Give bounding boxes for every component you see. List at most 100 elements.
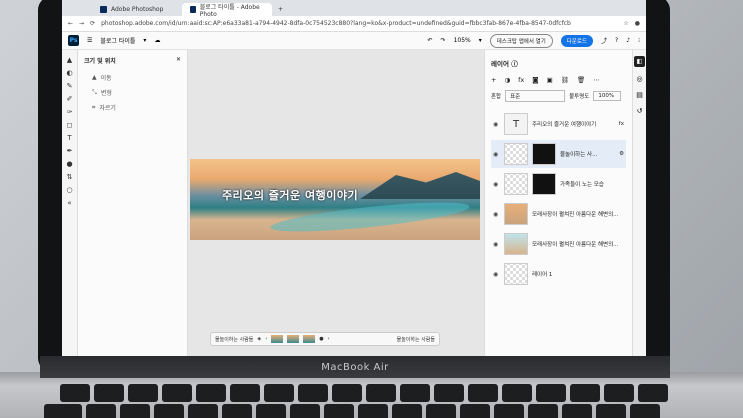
bell-icon[interactable]: ♪ [626, 37, 630, 44]
browser-tab[interactable]: Adobe Photoshop [92, 3, 182, 16]
taskbar: 물놀이하는 사람들 ◈ ‹ ● › 물놀이하는 사람들 [210, 332, 440, 346]
fx-badge[interactable]: fx [619, 121, 624, 127]
variation-thumb[interactable] [303, 335, 316, 343]
eye-icon[interactable]: ◉ [493, 181, 500, 188]
canvas-artwork[interactable]: 주리오의 즐거운 여행이야기 [190, 159, 480, 240]
opacity-field[interactable]: 100% [593, 91, 622, 101]
layer-mask-thumb [532, 173, 556, 195]
history-icon[interactable]: ↺ [637, 107, 643, 115]
app-header: Ps ☰ 블로그 타이틀 ▾ ☁ ↶ ↷ 105% ▾ 데스크탑 앱에서 열기 … [62, 32, 646, 50]
workspace: ▲ ◐ ✎ ✐ ✑ ◻ T ✒ ● ⇅ ○ « 크기 및 위치 ✕ ▲ 이동 ⤡ [62, 50, 646, 356]
photoshop-logo[interactable]: Ps [68, 35, 79, 46]
canvas-area[interactable]: 주리오의 즐거운 여행이야기 물놀이하는 사람들 ◈ ‹ ● › 물놀이하는 사… [188, 50, 484, 356]
eye-icon[interactable]: ◉ [493, 151, 500, 158]
new-tab-icon[interactable]: + [272, 6, 289, 16]
ellipsis-icon[interactable]: ● [319, 336, 323, 342]
layer-thumb [504, 143, 528, 165]
star-icon[interactable]: ☆ [623, 20, 628, 27]
move-icon[interactable]: ▲ [67, 56, 72, 64]
taskbar-left-label[interactable]: 물놀이하는 사람들 [215, 336, 253, 343]
eye-icon[interactable]: ◉ [493, 121, 500, 128]
adjust-icon[interactable]: ◑ [504, 76, 510, 84]
select-icon[interactable]: ◐ [66, 69, 72, 77]
mask-icon[interactable]: ◈ [257, 336, 261, 342]
document-title[interactable]: 블로그 타이틀 [100, 36, 135, 45]
link-icon[interactable]: ⛓ [561, 76, 569, 84]
url-field[interactable]: photoshop.adobe.com/id/urn:aaid:sc:AP:e6… [101, 20, 617, 27]
browser-tab-active[interactable]: 블로그 타이틀 - Adobe Photo [182, 3, 272, 18]
download-button[interactable]: 다운로드 [560, 34, 594, 47]
variation-thumb[interactable] [287, 335, 300, 343]
forward-icon[interactable]: → [79, 20, 84, 27]
close-icon[interactable]: ✕ [176, 56, 181, 65]
layer-row[interactable]: ◉ 모래사장이 펼쳐진 아름다운 해변의... [491, 230, 626, 258]
layers-title: 레이어 [491, 60, 509, 68]
fx-icon[interactable]: fx [518, 76, 524, 84]
opacity-label: 불투명도 [569, 94, 590, 100]
open-in-desktop-button[interactable]: 데스크탑 앱에서 열기 [489, 33, 553, 48]
chevron-down-icon[interactable]: ▾ [143, 37, 146, 44]
layer-row[interactable]: ◉ 모래사장이 펼쳐진 아름다운 해변의... [491, 200, 626, 228]
layer-row[interactable]: ◉ T 주리오의 즐거운 여행이야기 fx [491, 110, 626, 138]
eyedropper-icon[interactable]: ✒ [67, 147, 73, 155]
reload-icon[interactable]: ⟳ [90, 20, 95, 27]
blend-row: 혼합 표준 불투명도 100% [491, 90, 626, 102]
comments-icon[interactable]: ▤ [636, 91, 643, 99]
zoom-level[interactable]: 105% [454, 37, 471, 44]
keyboard-row [44, 404, 660, 418]
lasso-icon[interactable]: ✎ [67, 82, 73, 90]
prev-icon[interactable]: ‹ [265, 336, 267, 342]
layer-row[interactable]: ◉ 가족들이 노는 모습 [491, 170, 626, 198]
mask-icon[interactable]: ◙ [532, 76, 538, 84]
eye-icon[interactable]: ◉ [493, 211, 500, 218]
redo-icon[interactable]: ↷ [441, 37, 446, 44]
color-swatch-icon[interactable]: ● [66, 160, 72, 168]
variation-thumb[interactable] [271, 335, 284, 343]
next-icon[interactable]: › [328, 336, 330, 342]
chevron-down-icon[interactable]: ▾ [479, 37, 482, 44]
keyboard-row [60, 384, 668, 402]
layer-row-active[interactable]: ◉ 물놀이하는 사... ⚙ [491, 140, 626, 168]
adjustments-icon[interactable]: ◎ [636, 75, 642, 83]
menu-icon[interactable]: ☰ [87, 37, 92, 44]
layer-row[interactable]: ◉ 레이어 1 [491, 260, 626, 288]
layers-icon[interactable]: ◧ [634, 56, 645, 67]
laptop-chin: MacBook Air [40, 356, 670, 378]
back-icon[interactable]: ← [68, 20, 73, 27]
info-icon[interactable]: ⓘ [511, 60, 518, 68]
prop-item-move[interactable]: ▲ 이동 [92, 73, 181, 82]
add-layer-icon[interactable]: + [491, 76, 496, 84]
layer-thumb [504, 203, 528, 225]
apps-icon[interactable]: ⁝ [638, 37, 640, 44]
settings-icon[interactable]: ⚙ [619, 151, 624, 157]
properties-title: 크기 및 위치 [84, 58, 116, 65]
help-icon[interactable]: ? [615, 37, 618, 44]
text-icon[interactable]: T [67, 134, 71, 142]
trash-icon[interactable]: 🗑 [577, 76, 585, 84]
brush-icon[interactable]: ✐ [67, 95, 73, 103]
right-strip: ◧ ◎ ▤ ↺ [632, 50, 646, 356]
eraser-icon[interactable]: ✑ [67, 108, 73, 116]
group-icon[interactable]: ▣ [547, 76, 553, 84]
undo-icon[interactable]: ↶ [428, 37, 433, 44]
prop-item-crop[interactable]: ⌗ 자르기 [92, 103, 181, 113]
browser-tabbar: Adobe Photoshop 블로그 타이틀 - Adobe Photo + [62, 0, 646, 18]
layer-actions: + ◑ fx ◙ ▣ ⛓ 🗑 ⋯ [491, 76, 626, 84]
eye-icon[interactable]: ◉ [493, 241, 500, 248]
blend-select[interactable]: 표준 [505, 90, 566, 102]
more-icon[interactable]: ⋯ [593, 76, 600, 84]
brand-label: MacBook Air [321, 361, 389, 373]
prop-item-transform[interactable]: ⤡ 변형 [92, 88, 181, 98]
photoshop-favicon-icon [190, 6, 196, 13]
prop-item-label: 변형 [100, 90, 112, 97]
taskbar-right-label[interactable]: 물놀이하는 사람들 [397, 336, 435, 343]
crop-icon[interactable]: ◻ [67, 121, 73, 129]
address-bar: ← → ⟳ photoshop.adobe.com/id/urn:aaid:sc… [62, 16, 646, 32]
eye-icon[interactable]: ◉ [493, 271, 500, 278]
background-color-icon[interactable]: ○ [66, 186, 72, 194]
profile-icon[interactable]: ● [635, 20, 640, 27]
swap-colors-icon[interactable]: ⇅ [67, 173, 73, 181]
share-icon[interactable]: ⤴ [601, 36, 607, 45]
collapse-icon[interactable]: « [67, 199, 71, 207]
cloud-icon: ☁ [154, 37, 161, 44]
